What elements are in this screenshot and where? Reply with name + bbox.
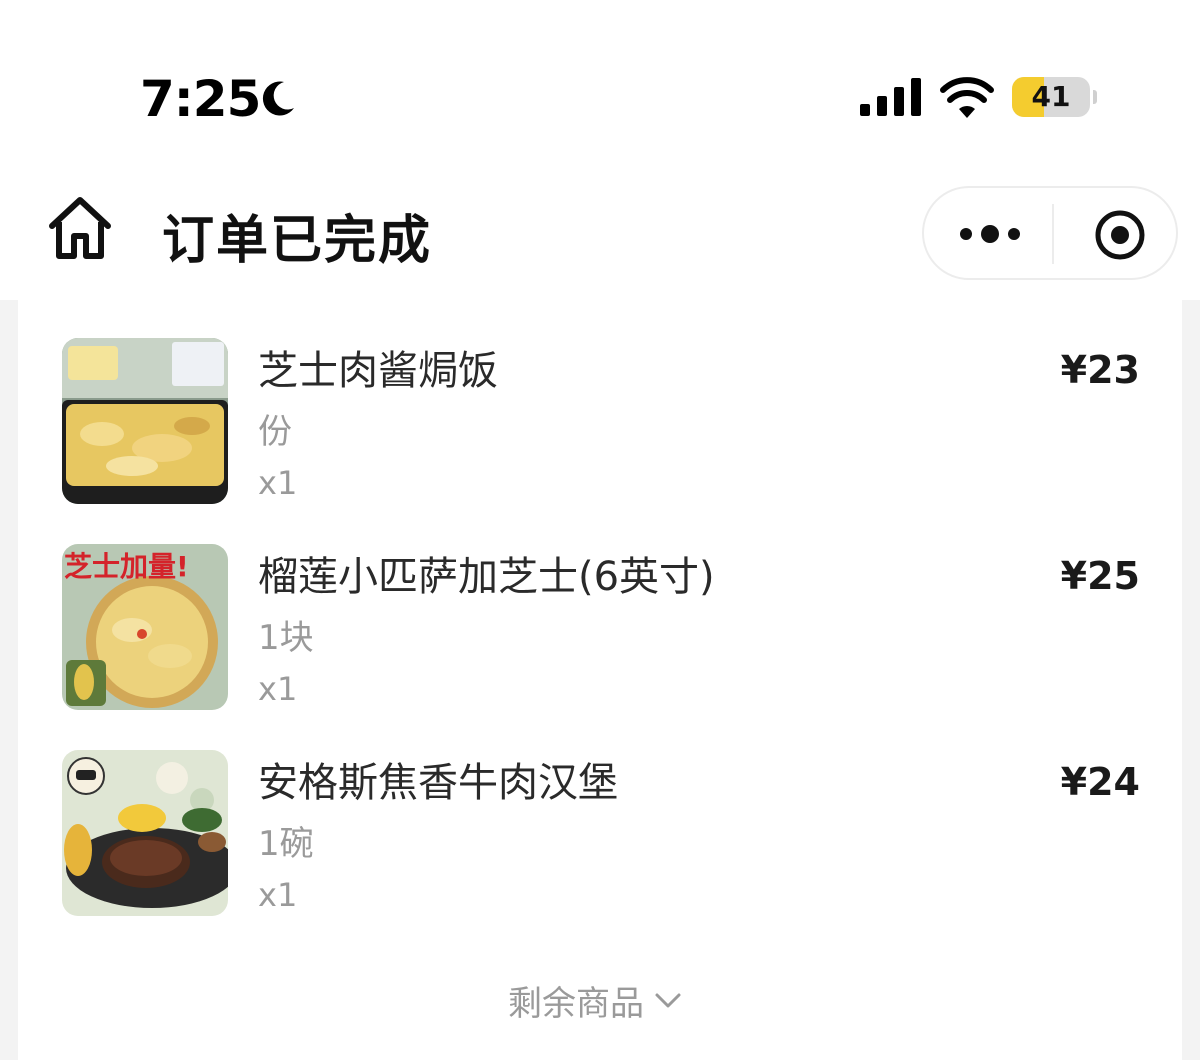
- page-title: 订单已完成: [162, 211, 433, 271]
- nav-header: 订单已完成: [0, 150, 1200, 300]
- item-quantity: x1: [258, 670, 298, 708]
- item-name: 榴莲小匹萨加芝士(6英寸): [258, 554, 715, 600]
- remaining-items-toggle[interactable]: 剩余商品: [508, 976, 682, 1025]
- status-bar: 7:25 41: [0, 0, 1200, 150]
- item-price: ¥24: [1060, 760, 1140, 804]
- item-quantity: x1: [258, 464, 298, 502]
- battery-level: 41: [1031, 80, 1071, 113]
- item-name: 安格斯焦香牛肉汉堡: [258, 760, 618, 806]
- status-time: 7:25: [140, 70, 261, 128]
- thumb-caption: 芝士加量!: [64, 550, 189, 583]
- item-name: 芝士肉酱焗饭: [258, 348, 498, 394]
- cellular-signal-icon: [860, 78, 921, 116]
- item-spec: 1碗: [258, 824, 314, 864]
- capsule-divider: [1052, 204, 1054, 264]
- moon-icon: [262, 81, 294, 116]
- battery-tip: [1093, 90, 1097, 104]
- item-spec: 1块: [258, 618, 314, 658]
- remaining-items-label: 剩余商品: [508, 984, 644, 1024]
- target-close-icon[interactable]: [1084, 208, 1156, 262]
- item-price: ¥23: [1060, 348, 1140, 392]
- order-items-card: 芝士肉酱焗饭 份 x1 ¥23 芝士加量! 榴莲小匹萨加芝士(6英寸) 1块 x…: [18, 300, 1182, 1060]
- wifi-icon: [940, 77, 994, 118]
- angus-beef-steak-image: [62, 750, 228, 916]
- item-spec: 份: [258, 412, 292, 452]
- order-item[interactable]: 芝士肉酱焗饭 份 x1 ¥23: [62, 338, 1162, 508]
- order-item[interactable]: 安格斯焦香牛肉汉堡 1碗 x1 ¥24: [62, 750, 1162, 920]
- item-quantity: x1: [258, 876, 298, 914]
- durian-pizza-image: 芝士加量!: [62, 544, 228, 710]
- chevron-down-icon: [655, 993, 681, 1007]
- battery-indicator: 41: [1012, 77, 1090, 117]
- more-dots-icon[interactable]: [954, 208, 1026, 260]
- home-icon[interactable]: [44, 192, 116, 264]
- mini-program-capsule: [922, 186, 1178, 280]
- item-price: ¥25: [1060, 554, 1140, 598]
- order-item[interactable]: 芝士加量! 榴莲小匹萨加芝士(6英寸) 1块 x1 ¥25: [62, 544, 1162, 714]
- cheese-baked-rice-image: [62, 338, 228, 504]
